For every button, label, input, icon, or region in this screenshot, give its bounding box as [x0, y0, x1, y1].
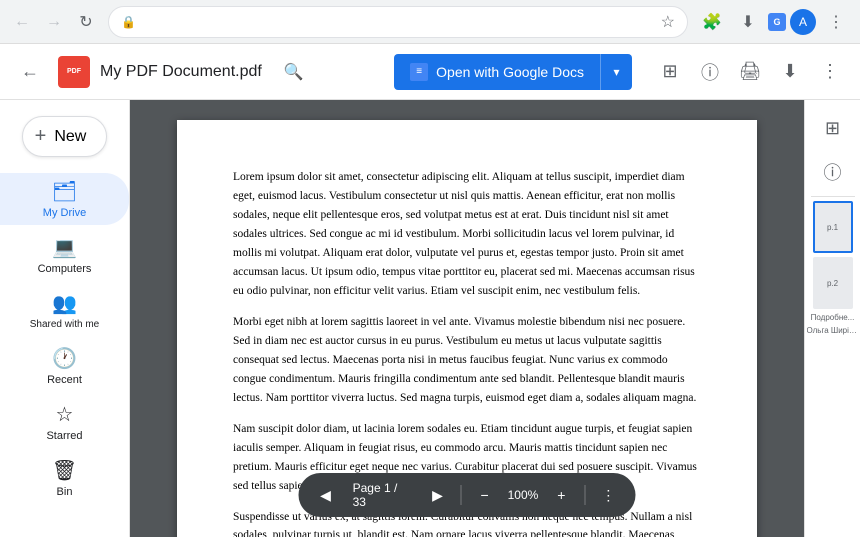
sidebar-item-label: Bin	[57, 486, 73, 498]
docs-icon	[410, 63, 428, 81]
sidebar-item-shared[interactable]: 👥 Shared with me	[0, 285, 129, 336]
browser-actions: 🧩 ⬇ G A ⋮	[696, 6, 852, 38]
file-icon: PDF	[56, 54, 92, 90]
extension-icon[interactable]: G	[768, 13, 786, 31]
back-button[interactable]: ←	[8, 8, 36, 36]
search-button[interactable]: 🔍	[278, 56, 310, 88]
my-drive-icon: 🗂	[52, 179, 77, 204]
forward-button[interactable]: →	[40, 8, 68, 36]
lock-icon: 🔒	[121, 15, 136, 29]
prev-page-button[interactable]: ◀	[311, 479, 341, 511]
open-with-label: Open with Google Docs	[436, 64, 584, 80]
sidebar-item-bin[interactable]: 🗑 Bin	[0, 452, 129, 504]
star-icon[interactable]: ☆	[661, 12, 675, 32]
sidebar-item-recent[interactable]: 🕐 Recent	[0, 340, 129, 392]
current-page: 1	[384, 481, 391, 495]
sidebar-item-starred[interactable]: ☆ Starred	[0, 396, 129, 448]
refresh-button[interactable]: ↻	[72, 8, 100, 36]
page-thumbnail-2[interactable]: p.2	[813, 257, 853, 309]
thumb-label-1: p.1	[827, 223, 838, 232]
storage-section: 321 MB of 15 GB used	[0, 528, 129, 537]
pdf-paragraph-1: Lorem ipsum dolor sit amet, consectetur …	[233, 168, 701, 301]
sidebar-item-label: Shared with me	[30, 319, 99, 330]
new-button[interactable]: + New	[22, 116, 108, 157]
bin-icon: 🗑	[52, 458, 77, 483]
pdf-paragraph-2: Morbi eget nibh at lorem sagittis laoree…	[233, 313, 701, 408]
total-pages: 33	[353, 495, 366, 509]
recent-icon: 🕐	[52, 346, 77, 371]
sidebar-item-label: Computers	[38, 263, 92, 275]
download-status-button[interactable]: ⬇	[732, 6, 764, 38]
right-panel-info-button[interactable]: ⓘ	[813, 152, 853, 192]
shared-icon: 👥	[52, 291, 77, 316]
pdf-viewer[interactable]: Lorem ipsum dolor sit amet, consectetur …	[130, 100, 804, 537]
sidebar-item-label: Recent	[47, 374, 82, 386]
extensions-button[interactable]: 🧩	[696, 6, 728, 38]
url-input[interactable]: https://drive.google.com/drive/my-drive	[142, 14, 655, 29]
sidebar-item-label: Starred	[46, 430, 82, 442]
more-button[interactable]: ⋮	[812, 54, 848, 90]
sidebar-item-my-drive[interactable]: 🗂 My Drive	[0, 173, 129, 225]
profile-initial: A	[799, 15, 807, 29]
grid-view-button[interactable]: ⊞	[652, 54, 688, 90]
right-panel-grid-button[interactable]: ⊞	[813, 108, 853, 148]
sidebar-item-computers[interactable]: 💻 Computers	[0, 229, 129, 281]
pdf-more-button[interactable]: ⋮	[593, 479, 623, 511]
starred-icon: ☆	[56, 402, 74, 427]
download-button[interactable]: ⬇	[772, 54, 808, 90]
sidebar: + New 🗂 My Drive 💻 Computers 👥 Shared wi…	[0, 100, 130, 537]
thumb-label-2: p.2	[827, 279, 838, 288]
toolbar-divider-2	[584, 485, 585, 505]
page-indicator: Page 1 / 33	[345, 481, 419, 509]
browser-bar: ← → ↻ 🔒 https://drive.google.com/drive/m…	[0, 0, 860, 44]
print-button[interactable]: 🖨	[732, 54, 768, 90]
page-thumbnail-1[interactable]: p.1	[813, 201, 853, 253]
toolbar-divider	[461, 485, 462, 505]
open-with-dropdown-button[interactable]: ▾	[600, 54, 632, 90]
zoom-in-button[interactable]: +	[546, 479, 576, 511]
plus-icon: +	[35, 125, 47, 148]
open-with-group: Open with Google Docs ▾	[394, 54, 632, 90]
app-toolbar: ← PDF My PDF Document.pdf 🔍 Open with Go…	[0, 44, 860, 100]
info-button[interactable]: ⓘ	[692, 54, 728, 90]
main-area: + New 🗂 My Drive 💻 Computers 👥 Shared wi…	[0, 100, 860, 537]
right-panel: ⊞ ⓘ p.1 p.2 Подробне... Ольга Ширін...	[804, 100, 860, 537]
computers-icon: 💻	[52, 235, 77, 260]
page-label: Page	[353, 481, 381, 495]
pdf-icon: PDF	[58, 56, 90, 88]
zoom-level: 100%	[504, 488, 543, 502]
right-panel-divider	[811, 196, 855, 197]
profile-avatar[interactable]: A	[790, 9, 816, 35]
new-label: New	[54, 128, 86, 146]
page-separator: /	[394, 481, 397, 495]
browser-menu-button[interactable]: ⋮	[820, 6, 852, 38]
sidebar-item-label: My Drive	[43, 207, 86, 219]
pdf-bottom-toolbar: ◀ Page 1 / 33 ▶ − 100% + ⋮	[299, 473, 636, 517]
address-bar[interactable]: 🔒 https://drive.google.com/drive/my-driv…	[108, 6, 688, 38]
right-panel-name-2: Ольга Ширін...	[807, 326, 859, 335]
next-page-button[interactable]: ▶	[422, 479, 452, 511]
right-panel-name-1: Подробне...	[811, 313, 855, 322]
drive-back-button[interactable]: ←	[12, 54, 48, 90]
browser-nav-buttons: ← → ↻	[8, 8, 100, 36]
open-with-docs-button[interactable]: Open with Google Docs	[394, 54, 600, 90]
toolbar-right-actions: ⊞ ⓘ 🖨 ⬇ ⋮	[652, 54, 848, 90]
zoom-out-button[interactable]: −	[469, 479, 499, 511]
file-title: My PDF Document.pdf	[100, 63, 262, 81]
